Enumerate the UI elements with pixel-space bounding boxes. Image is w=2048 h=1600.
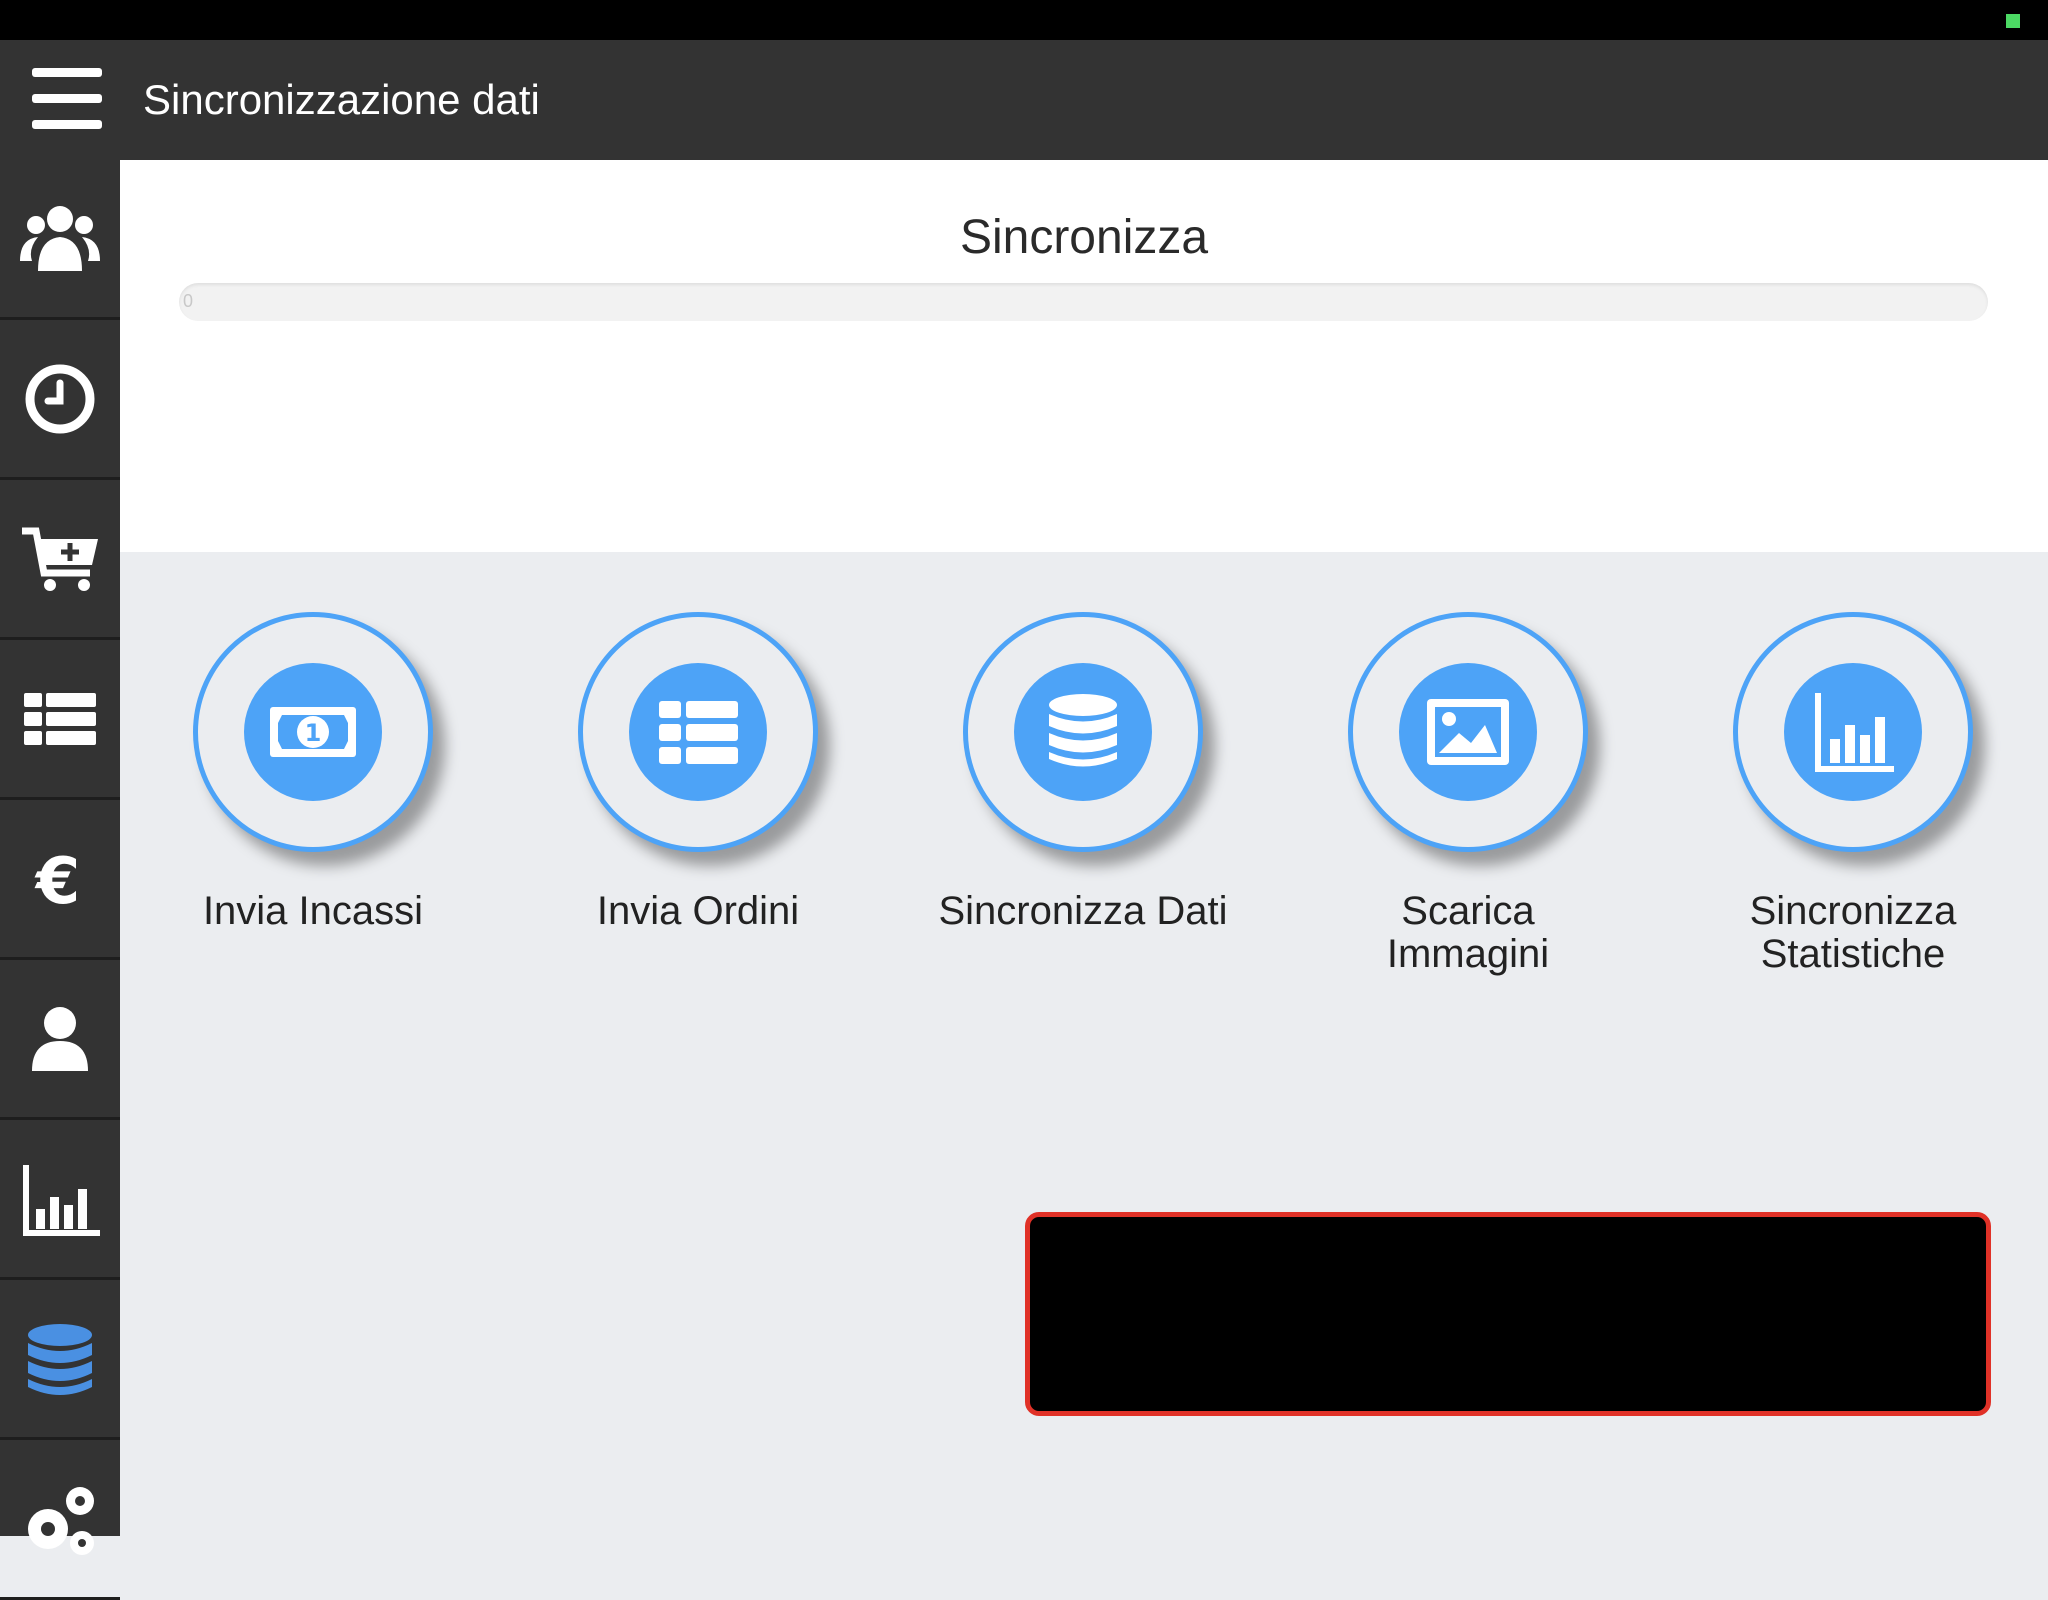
download-images-button[interactable]: Scarica Immagini [1323,612,1613,976]
clock-icon [25,364,95,433]
bar-chart-icon [23,1164,100,1236]
tile-circle [1733,612,1973,852]
hamburger-menu-button[interactable] [32,68,102,130]
sidebar-item-payments[interactable]: € [0,800,120,960]
sidebar-item-statistics[interactable] [0,1120,120,1280]
sidebar-item-sync[interactable] [0,1280,120,1440]
alert-box [1025,1212,1991,1416]
sidebar-item-history[interactable] [0,320,120,480]
page-title: Sincronizzazione dati [143,76,540,123]
sidebar-item-profile[interactable] [0,960,120,1120]
tile-label: Sincronizza Dati [938,889,1228,933]
app-header: Sincronizzazione dati [0,40,2048,160]
sync-statistics-button[interactable]: Sincronizza Statistiche [1708,612,1998,976]
gears-icon [28,1486,94,1555]
battery-indicator [2006,14,2020,28]
bar-chart-icon [1815,693,1894,772]
list-icon [24,692,96,745]
database-icon [28,1323,92,1395]
sidebar-item-list[interactable] [0,640,120,800]
list-icon [659,701,738,764]
sidebar-item-customers[interactable] [0,160,120,320]
status-bar [0,0,2048,40]
sync-progress-bar: 0 [179,283,1988,321]
tile-label: Invia Incassi [202,889,424,933]
sidebar: € [0,160,120,1600]
tile-circle [963,612,1203,852]
tile-label: Sincronizza Statistiche [1749,889,1957,976]
sidebar-item-new-order[interactable] [0,480,120,640]
tile-circle [1348,612,1588,852]
money-bill-icon: 1 [270,707,356,757]
tile-label: Scarica Immagini [1386,889,1550,976]
database-icon [1049,694,1117,767]
sync-data-button[interactable]: Sincronizza Dati [938,612,1228,933]
svg-text:1: 1 [305,719,322,747]
image-icon [1427,699,1509,765]
send-receipts-button[interactable]: 1 Invia Incassi [168,612,458,933]
user-icon [32,1006,88,1071]
send-orders-button[interactable]: Invia Ordini [553,612,843,933]
euro-icon: € [34,845,81,919]
progress-text: 0 [183,291,194,311]
tile-circle: 1 [193,612,433,852]
cart-plus-icon [22,527,98,591]
sync-panel: Sincronizza 0 [120,160,2048,552]
users-icon [20,205,100,271]
tile-circle [578,612,818,852]
sync-title: Sincronizza [959,211,1209,264]
tile-label: Invia Ordini [596,889,800,933]
sidebar-item-settings[interactable] [0,1440,120,1600]
svg-text:€: € [34,845,81,919]
